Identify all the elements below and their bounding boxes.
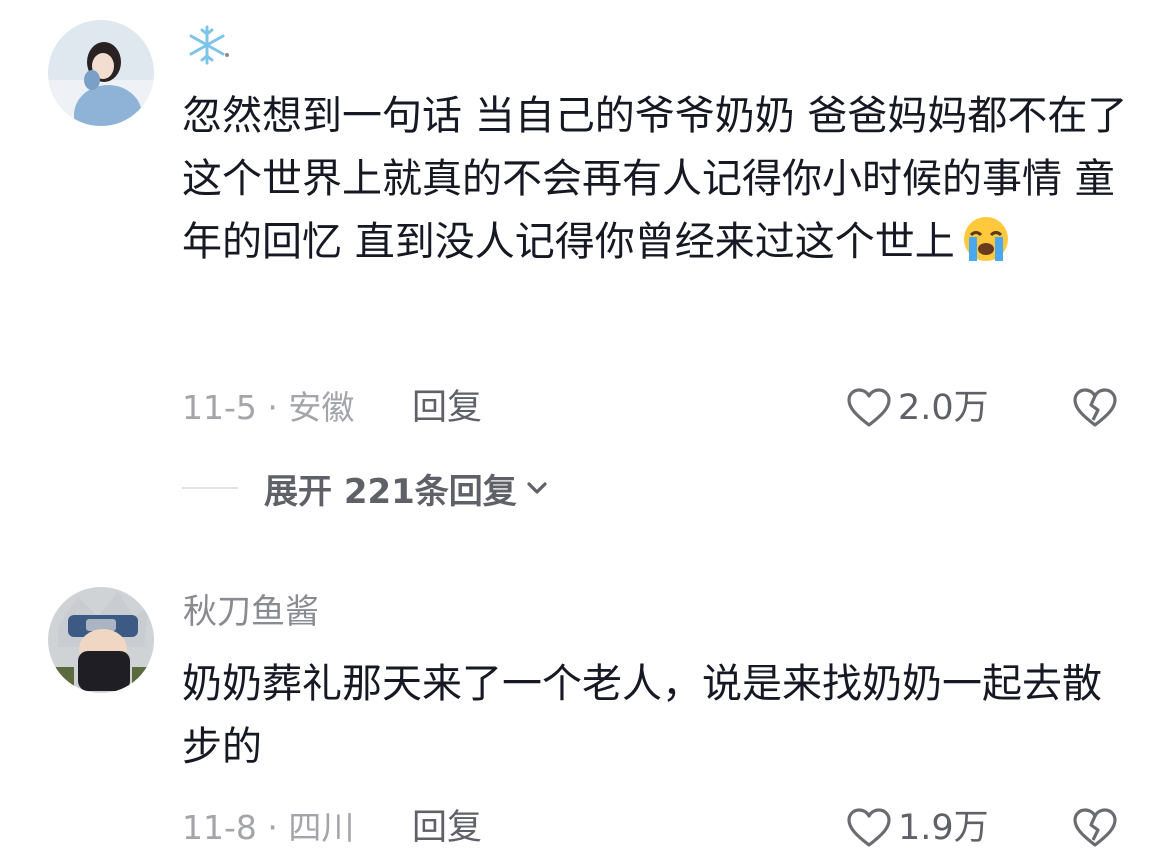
comment-text: 忽然想到一句话 当自己的爷爷奶奶 爸爸妈妈都不在了 这个世界上就真的不会再有人记… <box>182 85 1132 274</box>
username[interactable]: 秋刀鱼酱 <box>183 590 319 634</box>
avatar[interactable] <box>48 20 154 126</box>
chevron-down-icon <box>527 482 547 494</box>
like-button[interactable]: 2.0万 <box>846 386 989 430</box>
heart-icon <box>847 808 891 847</box>
like-button[interactable]: 1.9万 <box>846 806 989 850</box>
comment-text: 奶奶葬礼那天来了一个老人，说是来找奶奶一起去散步的 <box>182 661 1102 770</box>
heart-icon <box>847 388 891 427</box>
like-count: 2.0万 <box>898 388 989 428</box>
broken-heart-icon <box>1073 808 1117 847</box>
loudly-crying-face-icon <box>957 215 1015 263</box>
reply-button[interactable]: 回复 <box>412 806 482 850</box>
avatar-image <box>48 587 154 693</box>
avatar[interactable] <box>48 587 154 693</box>
avatar-image <box>48 20 154 126</box>
expand-replies-label: 展开 221条回复 <box>264 471 517 512</box>
expand-replies-button[interactable]: 展开 221条回复 <box>182 466 549 512</box>
reply-button[interactable]: 回复 <box>412 386 482 430</box>
snowflake-icon <box>189 25 229 64</box>
username[interactable] <box>183 21 231 67</box>
like-count: 1.9万 <box>898 808 989 848</box>
divider-line <box>182 487 238 489</box>
date-location: 11-8 · 四川 <box>182 808 355 847</box>
date-location: 11-5 · 安徽 <box>182 388 355 427</box>
dislike-button[interactable] <box>1072 388 1118 428</box>
broken-heart-icon <box>1073 388 1117 427</box>
dislike-button[interactable] <box>1072 808 1118 848</box>
